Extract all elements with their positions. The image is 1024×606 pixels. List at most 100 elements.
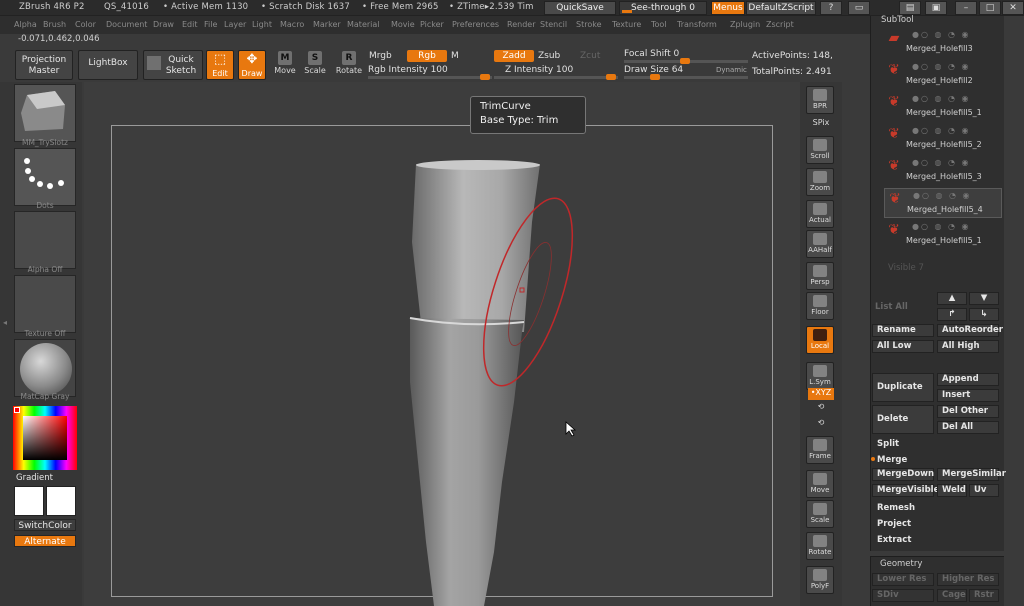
menu-tool[interactable]: Tool	[651, 20, 667, 29]
list-all-button[interactable]: List All	[875, 302, 908, 312]
focal-shift-knob[interactable]	[680, 58, 690, 64]
l-sym-button[interactable]: L.Sym	[806, 362, 834, 390]
move-button[interactable]: M Move	[270, 49, 300, 79]
auto-reorder-button[interactable]: AutoReorder	[937, 324, 1003, 337]
lightbox-button[interactable]: LightBox	[78, 50, 138, 80]
menus-button[interactable]: Menus	[711, 1, 745, 15]
menu-file[interactable]: File	[204, 20, 217, 29]
mrgb-button[interactable]: Mrgb	[369, 51, 392, 61]
rotate-button[interactable]: Rotate	[806, 532, 834, 560]
menu-color[interactable]: Color	[75, 20, 96, 29]
leg-model[interactable]	[84, 82, 800, 606]
uv-button[interactable]: Uv	[969, 484, 999, 497]
menu-stroke[interactable]: Stroke	[576, 20, 602, 29]
move-down-in-list-icon[interactable]: ↳	[969, 308, 999, 321]
maximize-icon[interactable]: □	[979, 1, 1001, 15]
zadd-button[interactable]: Zadd	[494, 50, 534, 62]
visibility-toggle-icon[interactable]: ●○ ◍ ◔ ◉	[912, 158, 971, 167]
floor-button[interactable]: Floor	[806, 292, 834, 320]
visibility-toggle-icon[interactable]: ●○ ◍ ◔ ◉	[913, 191, 972, 200]
stroke-thumbnail[interactable]	[14, 148, 76, 206]
subtool-item[interactable]: ❦ ●○ ◍ ◔ ◉ Merged_Holefill5_3	[884, 156, 1002, 186]
draw-size-slider[interactable]	[624, 74, 748, 80]
del-other-button[interactable]: Del Other	[937, 405, 999, 418]
lock-icon[interactable]: ▣	[925, 1, 947, 15]
aahalf-button[interactable]: AAHalf	[806, 230, 834, 258]
menu-alpha[interactable]: Alpha	[14, 20, 37, 29]
weld-button[interactable]: Weld	[937, 484, 967, 497]
zsub-button[interactable]: Zsub	[538, 51, 560, 61]
main-color-swatch[interactable]	[14, 486, 44, 516]
ui-icon[interactable]: ▤	[899, 1, 921, 15]
subtool-item[interactable]: ❦ ●○ ◍ ◔ ◉ Merged_Holefill5_1	[884, 220, 1002, 250]
sdiv-slider[interactable]: SDiv	[872, 589, 934, 602]
menu-material[interactable]: Material	[347, 20, 380, 29]
alternate-button[interactable]: Alternate	[14, 535, 76, 547]
projection-master-button[interactable]: Projection Master	[15, 50, 73, 80]
edit-button[interactable]: ⬚ Edit	[206, 50, 234, 80]
default-zscript-button[interactable]: DefaultZScript	[746, 1, 816, 15]
tool-11-button[interactable]: ⟲	[808, 402, 834, 414]
extract-section[interactable]: Extract	[877, 535, 911, 545]
xyz-button[interactable]: •XYZ	[808, 388, 834, 400]
subtool-item[interactable]: ❦ ●○ ◍ ◔ ◉ Merged_Holefill2	[884, 60, 1002, 90]
see-through-slider[interactable]: See-through 0	[619, 1, 707, 15]
minimize-icon[interactable]: –	[955, 1, 977, 15]
menu-light[interactable]: Light	[252, 20, 272, 29]
move-button[interactable]: Move	[806, 470, 834, 498]
geometry-header[interactable]: Geometry	[880, 559, 922, 569]
rstr-button[interactable]: Rstr	[969, 589, 999, 602]
menu-transform[interactable]: Transform	[677, 20, 717, 29]
move-down-arrow-icon[interactable]: ▼	[969, 292, 999, 305]
scale-button[interactable]: S Scale	[300, 49, 330, 79]
menu-picker[interactable]: Picker	[420, 20, 444, 29]
color-picker[interactable]	[13, 406, 77, 470]
merge-section[interactable]: Merge	[877, 455, 907, 465]
scroll-button[interactable]: Scroll	[806, 136, 834, 164]
polyf-button[interactable]: PolyF	[806, 566, 834, 594]
tool-12-button[interactable]: ⟲	[808, 418, 834, 430]
draw-button[interactable]: ✥ Draw	[238, 50, 266, 80]
append-button[interactable]: Append	[937, 373, 999, 386]
rename-button[interactable]: Rename	[872, 324, 934, 337]
visibility-toggle-icon[interactable]: ●○ ◍ ◔ ◉	[912, 126, 971, 135]
visibility-toggle-icon[interactable]: ●○ ◍ ◔ ◉	[912, 62, 971, 71]
layout-icon[interactable]: ▭	[848, 1, 870, 15]
menu-zplugin[interactable]: Zplugin	[730, 20, 760, 29]
zcut-button[interactable]: Zcut	[580, 51, 600, 61]
move-up-in-list-icon[interactable]: ↱	[937, 308, 967, 321]
menu-texture[interactable]: Texture	[612, 20, 641, 29]
merge-down-button[interactable]: MergeDown	[872, 468, 934, 481]
spix-button[interactable]: SPix	[808, 118, 834, 130]
alpha-thumbnail[interactable]	[14, 211, 76, 269]
menu-render[interactable]: Render	[507, 20, 535, 29]
quick-sketch-button[interactable]: Quick Sketch	[143, 50, 203, 80]
persp-button[interactable]: Persp	[806, 262, 834, 290]
color-square[interactable]	[23, 416, 67, 460]
subtool-item[interactable]: ❦ ●○ ◍ ◔ ◉ Merged_Holefill5_4	[884, 188, 1002, 218]
menu-brush[interactable]: Brush	[43, 20, 66, 29]
z-intensity-knob[interactable]	[606, 74, 616, 80]
project-section[interactable]: Project	[877, 519, 911, 529]
subtool-item[interactable]: ❦ ●○ ◍ ◔ ◉ Merged_Holefill5_1	[884, 92, 1002, 122]
menu-preferences[interactable]: Preferences	[452, 20, 499, 29]
higher-res-button[interactable]: Higher Res	[937, 573, 999, 586]
rgb-button[interactable]: Rgb	[407, 50, 447, 62]
split-section[interactable]: Split	[877, 439, 899, 449]
m-button[interactable]: M	[451, 51, 459, 61]
zoom-button[interactable]: Zoom	[806, 168, 834, 196]
scale-button[interactable]: Scale	[806, 500, 834, 528]
move-up-arrow-icon[interactable]: ▲	[937, 292, 967, 305]
texture-thumbnail[interactable]	[14, 275, 76, 333]
menu-edit[interactable]: Edit	[182, 20, 198, 29]
del-all-button[interactable]: Del All	[937, 421, 999, 434]
all-high-button[interactable]: All High	[937, 340, 999, 353]
menu-movie[interactable]: Movie	[391, 20, 415, 29]
rotate-button[interactable]: R Rotate	[334, 49, 364, 79]
help-icon[interactable]: ?	[820, 1, 842, 15]
subtool-header[interactable]: SubTool	[881, 15, 914, 25]
duplicate-button[interactable]: Duplicate	[872, 373, 934, 402]
all-low-button[interactable]: All Low	[872, 340, 934, 353]
merge-similar-button[interactable]: MergeSimilar	[937, 468, 1006, 481]
subtool-item[interactable]: ❦ ●○ ◍ ◔ ◉ Merged_Holefill5_2	[884, 124, 1002, 154]
